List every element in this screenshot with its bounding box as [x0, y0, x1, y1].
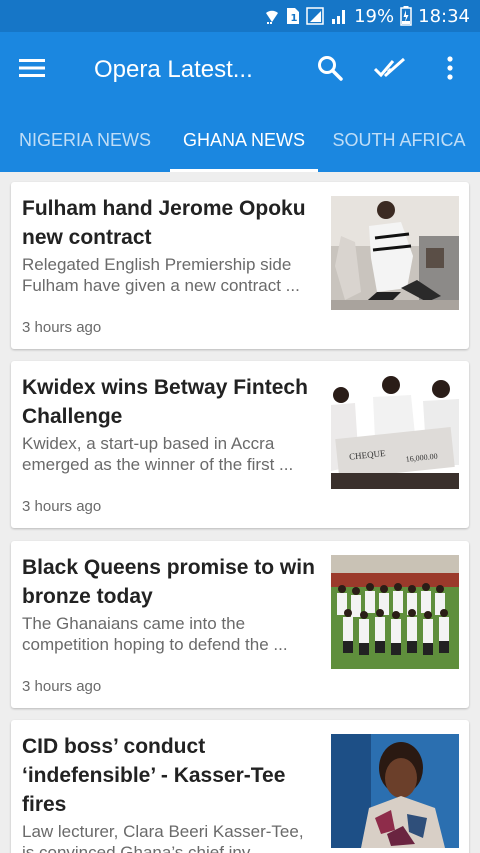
- menu-button[interactable]: [0, 32, 64, 108]
- data-signal-icon: [306, 7, 324, 25]
- tab-nigeria-news[interactable]: NIGERIA NEWS: [0, 108, 170, 172]
- menu-icon: [19, 58, 45, 83]
- category-tabs: NIGERIA NEWS GHANA NEWS SOUTH AFRICA: [0, 108, 480, 172]
- article-thumbnail: [331, 734, 459, 848]
- article-title: CID boss’ conduct ‘indefensible’ - Kasse…: [22, 735, 286, 816]
- article-card[interactable]: CID boss’ conduct ‘indefensible’ - Kasse…: [11, 720, 469, 853]
- article-time: 3 hours ago: [22, 319, 102, 336]
- article-summary: The Ghanaians came into the competition …: [22, 614, 288, 654]
- article-thumbnail: CHEQUE 16,000.00: [331, 375, 459, 489]
- article-thumbnail: [331, 196, 459, 310]
- clock: 18:34: [418, 5, 470, 27]
- wifi-icon: [264, 7, 280, 25]
- cell-signal-icon: [330, 7, 348, 25]
- more-options-button[interactable]: [420, 32, 480, 108]
- svg-text:1: 1: [291, 13, 298, 24]
- article-summary: Kwidex, a start-up based in Accra emerge…: [22, 434, 294, 474]
- battery-percent: 19%: [354, 5, 395, 27]
- article-summary: Law lecturer, Clara Beeri Kasser-Tee, is…: [22, 822, 304, 853]
- article-title: Fulham hand Jerome Opoku new contract: [22, 197, 306, 249]
- status-bar: 1 19% 18:34: [0, 0, 480, 32]
- article-time: 3 hours ago: [22, 498, 102, 515]
- article-card[interactable]: Kwidex wins Betway Fintech Challenge Kwi…: [11, 361, 469, 528]
- article-summary: Relegated English Premiership side Fulha…: [22, 255, 300, 295]
- article-thumbnail: [331, 555, 459, 669]
- article-title: Kwidex wins Betway Fintech Challenge: [22, 376, 308, 428]
- mark-all-read-button[interactable]: [360, 32, 420, 108]
- article-title: Black Queens promise to win bronze today: [22, 556, 315, 608]
- sim-1-icon: 1: [286, 7, 300, 25]
- app-title: Opera Latest...: [94, 56, 253, 83]
- search-button[interactable]: [300, 32, 360, 108]
- article-time: 3 hours ago: [22, 678, 102, 695]
- tab-ghana-news[interactable]: GHANA NEWS: [170, 108, 318, 172]
- more-vert-icon: [447, 55, 453, 85]
- article-card[interactable]: Black Queens promise to win bronze today…: [11, 541, 469, 708]
- search-icon: [317, 55, 343, 86]
- mark-all-read-icon: [373, 57, 406, 84]
- tab-south-africa[interactable]: SOUTH AFRICA: [318, 108, 480, 172]
- article-card[interactable]: Fulham hand Jerome Opoku new contract Re…: [11, 182, 469, 349]
- app-bar: Opera Latest...: [0, 32, 480, 108]
- battery-icon: [400, 6, 412, 26]
